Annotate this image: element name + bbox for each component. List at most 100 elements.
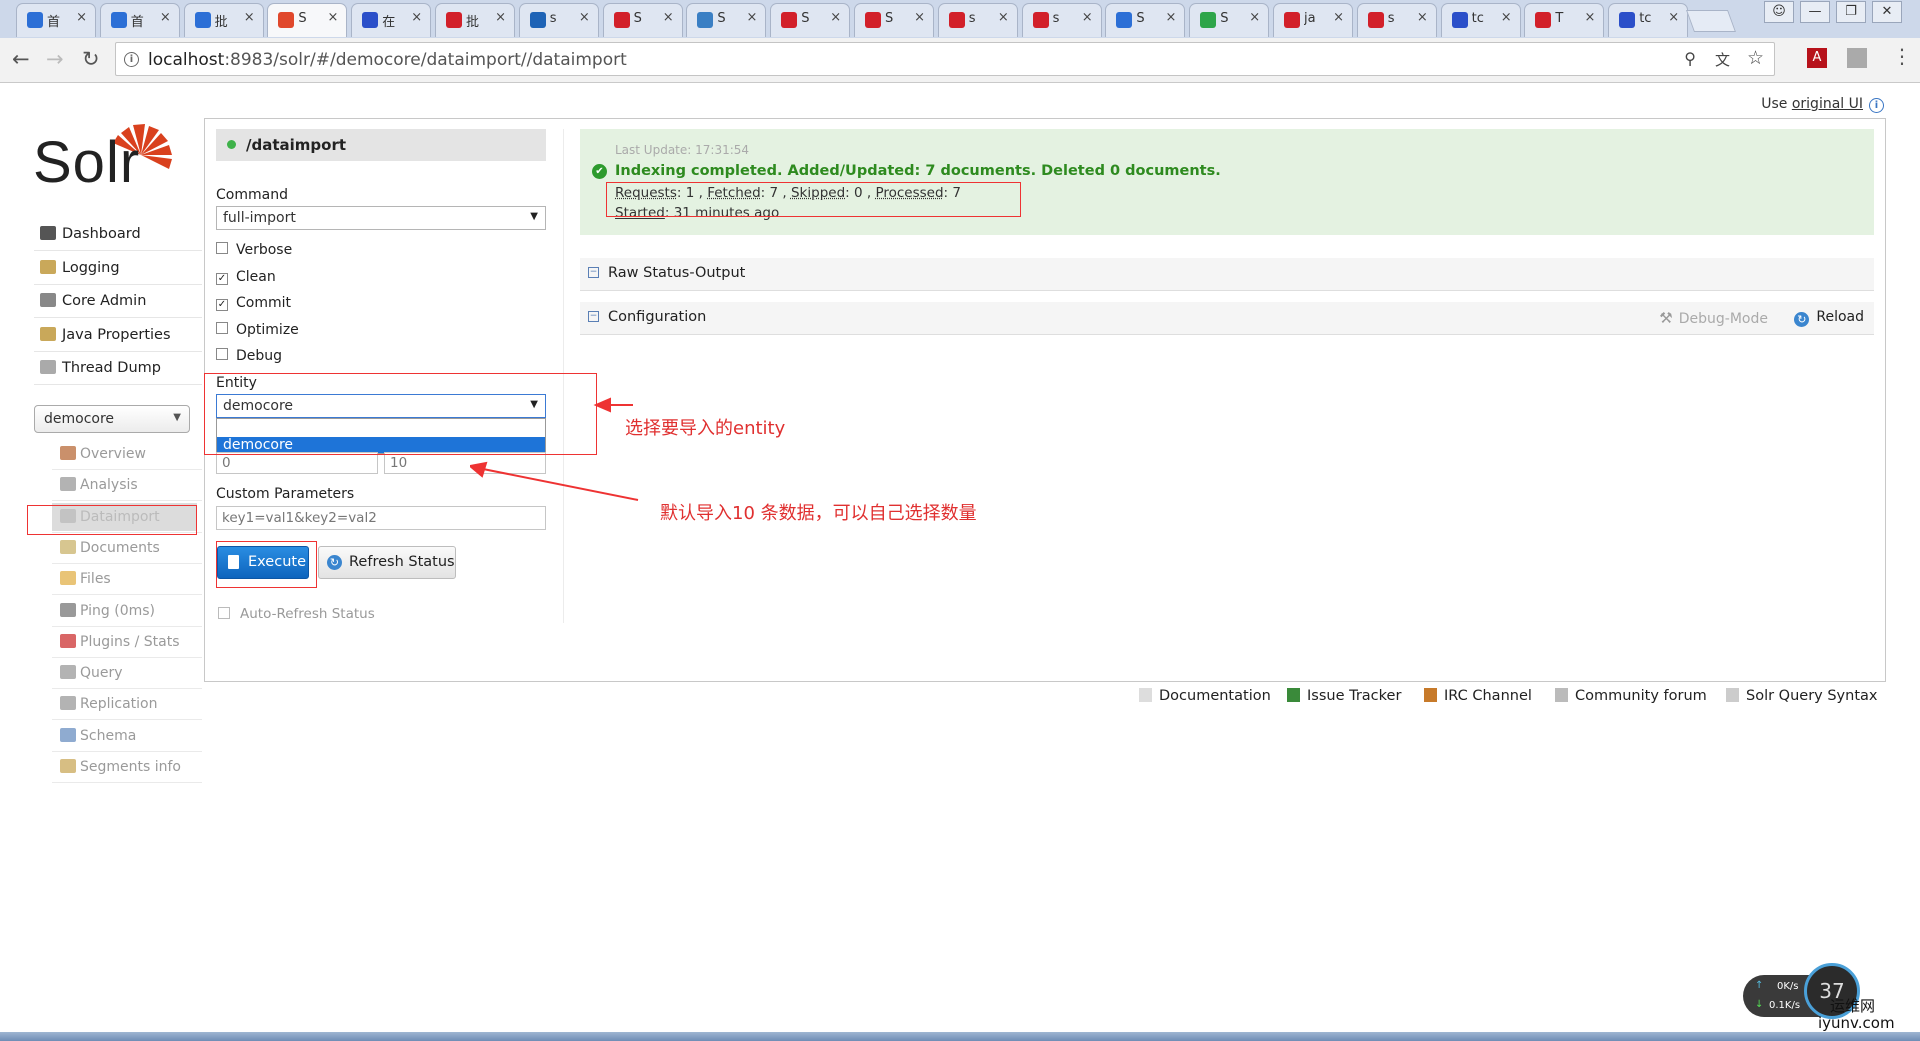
tab-close-icon[interactable]: ×: [998, 10, 1009, 25]
core-nav-item-schema[interactable]: Schema: [60, 727, 136, 744]
browser-tab[interactable]: s ×: [518, 3, 599, 37]
tab-close-icon[interactable]: ×: [1417, 10, 1428, 25]
footer-link-solr-query-syntax[interactable]: Solr Query Syntax: [1726, 688, 1877, 704]
browser-tab[interactable]: S ×: [854, 3, 934, 37]
pdf-extension-icon[interactable]: A: [1807, 48, 1827, 68]
tab-close-icon[interactable]: ×: [76, 10, 87, 25]
files-icon: [60, 571, 76, 586]
tab-close-icon[interactable]: ×: [160, 10, 171, 25]
core-nav-item-overview[interactable]: Overview: [60, 446, 146, 462]
footer-link-irc-channel[interactable]: IRC Channel: [1424, 688, 1532, 704]
nav-item-thread-dump[interactable]: Thread Dump: [40, 360, 161, 376]
browser-tab[interactable]: s ×: [1021, 3, 1102, 37]
browser-tab[interactable]: T ×: [1524, 3, 1605, 37]
footer-link-issue-tracker[interactable]: Issue Tracker: [1287, 688, 1401, 704]
tab-close-icon[interactable]: ×: [1501, 10, 1512, 25]
core-nav-item-segments-info[interactable]: Segments info: [60, 759, 181, 775]
translate-icon[interactable]: 文: [1715, 49, 1730, 70]
tab-favicon-icon: [1619, 12, 1636, 28]
browser-tab[interactable]: s ×: [1356, 3, 1437, 37]
commit-checkbox[interactable]: ✓ Commit: [216, 295, 291, 312]
auto-refresh-checkbox[interactable]: Auto-Refresh Status: [218, 606, 375, 622]
reload-button[interactable]: ↻ Reload: [1794, 309, 1864, 327]
core-nav-item-ping-0ms[interactable]: Ping (0ms): [60, 602, 155, 619]
configuration-toggle[interactable]: − Configuration ⚒ Debug-Mode ↻ Reload: [580, 302, 1874, 335]
footer-link-documentation[interactable]: Documentation: [1139, 688, 1271, 704]
verbose-checkbox[interactable]: Verbose: [216, 242, 292, 258]
tab-close-icon[interactable]: ×: [1249, 10, 1260, 25]
core-nav-item-analysis[interactable]: Analysis: [60, 477, 138, 493]
tab-close-icon[interactable]: ×: [1584, 10, 1595, 25]
nav-item-dashboard[interactable]: Dashboard: [40, 226, 141, 242]
address-bar[interactable]: i localhost:8983/solr/#/democore/dataimp…: [115, 42, 1775, 76]
profile-icon[interactable]: ☺: [1764, 1, 1794, 23]
browser-tab[interactable]: s ×: [937, 3, 1018, 37]
command-value: full-import: [223, 210, 296, 226]
core-nav-item-replication[interactable]: Replication: [60, 696, 157, 712]
close-window-button[interactable]: ✕: [1872, 1, 1902, 23]
browser-tab[interactable]: tc ×: [1608, 3, 1689, 37]
tab-close-icon[interactable]: ×: [663, 10, 674, 25]
debug-checkbox[interactable]: Debug: [216, 348, 282, 364]
clean-checkbox[interactable]: ✓ Clean: [216, 269, 276, 285]
core-nav-item-plugins-stats[interactable]: Plugins / Stats: [60, 633, 180, 650]
tab-close-icon[interactable]: ×: [1333, 10, 1344, 25]
back-button[interactable]: ←: [12, 47, 30, 71]
core-nav-item-label: Overview: [80, 446, 146, 462]
browser-tab[interactable]: 批 ×: [435, 3, 515, 37]
start-input[interactable]: 0: [216, 452, 378, 474]
browser-tab[interactable]: 首 ×: [16, 3, 96, 37]
url-text[interactable]: localhost:8983/solr/#/democore/dataimpor…: [148, 50, 627, 70]
browser-tab[interactable]: tc ×: [1440, 3, 1521, 37]
tab-close-icon[interactable]: ×: [327, 10, 338, 25]
nav-item-logging[interactable]: Logging: [40, 259, 120, 276]
browser-tab[interactable]: S ×: [602, 3, 683, 37]
original-ui-link[interactable]: original UI: [1792, 96, 1863, 112]
browser-tab[interactable]: S ×: [686, 3, 767, 37]
browser-tab[interactable]: ja ×: [1273, 3, 1353, 37]
raw-status-output-toggle[interactable]: − Raw Status-Output: [580, 258, 1874, 291]
nav-item-java-properties[interactable]: Java Properties: [40, 326, 171, 343]
browser-tab[interactable]: S ×: [1189, 3, 1270, 37]
site-info-icon[interactable]: i: [124, 52, 139, 67]
zoom-icon[interactable]: ⚲: [1684, 49, 1696, 68]
menu-icon[interactable]: ⋮: [1892, 44, 1912, 68]
browser-tab[interactable]: 批 ×: [183, 3, 264, 37]
bookmark-star-icon[interactable]: ☆: [1747, 47, 1764, 69]
core-selector[interactable]: democore ▼: [34, 405, 190, 433]
nav-item-core-admin[interactable]: Core Admin: [40, 293, 146, 309]
core-nav-item-query[interactable]: Query: [60, 665, 123, 681]
command-select[interactable]: full-import ▼: [216, 206, 546, 230]
tab-close-icon[interactable]: ×: [1165, 10, 1176, 25]
forward-button[interactable]: →: [46, 47, 64, 71]
tab-close-icon[interactable]: ×: [1082, 10, 1093, 25]
browser-tab[interactable]: 在 ×: [351, 3, 432, 37]
core-nav-item-files[interactable]: Files: [60, 571, 111, 587]
minimize-button[interactable]: —: [1800, 1, 1830, 23]
footer-link-community-forum[interactable]: Community forum: [1555, 688, 1707, 704]
restore-button[interactable]: ❐: [1836, 1, 1866, 23]
core-nav-item-documents[interactable]: Documents: [60, 539, 160, 556]
tab-close-icon[interactable]: ×: [411, 10, 422, 25]
reload-button[interactable]: ↻: [82, 47, 100, 71]
debug-mode-button[interactable]: ⚒ Debug-Mode: [1659, 309, 1768, 327]
tab-close-icon[interactable]: ×: [495, 10, 506, 25]
browser-tab[interactable]: S ×: [1105, 3, 1186, 37]
extension-icon[interactable]: [1847, 48, 1867, 68]
info-icon[interactable]: i: [1869, 98, 1884, 113]
browser-tab[interactable]: 首 ×: [99, 3, 180, 37]
tab-close-icon[interactable]: ×: [244, 10, 255, 25]
tab-close-icon[interactable]: ×: [914, 10, 925, 25]
refresh-status-button[interactable]: ↻ Refresh Status: [318, 546, 456, 579]
new-tab-button[interactable]: [1685, 10, 1737, 32]
footer-link-label: Documentation: [1159, 688, 1271, 704]
optimize-checkbox[interactable]: Optimize: [216, 321, 299, 338]
tab-close-icon[interactable]: ×: [1668, 10, 1679, 25]
browser-tab[interactable]: S ×: [770, 3, 851, 37]
tab-close-icon[interactable]: ×: [746, 10, 757, 25]
browser-tab[interactable]: S ×: [267, 3, 348, 37]
checkbox-checked-icon: ✓: [216, 299, 228, 312]
tab-close-icon[interactable]: ×: [830, 10, 841, 25]
tab-close-icon[interactable]: ×: [579, 10, 590, 25]
plugins-icon: [60, 633, 76, 648]
